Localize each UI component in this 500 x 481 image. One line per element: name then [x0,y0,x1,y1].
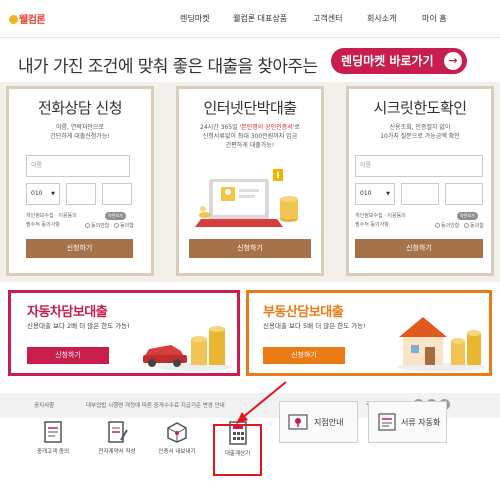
nav-company[interactable]: 회사소개 [367,13,396,24]
notice-label: 공지사항 [34,403,55,409]
phone-middle-input[interactable] [66,183,96,205]
secret-apply-button[interactable]: 신청하기 [355,239,483,258]
terms-view-button[interactable]: 약관보기 [457,212,478,220]
consent-radios: 동의안함 동의함 [85,222,134,231]
annotation-highlight-box [213,424,262,476]
docs-automation-label: 서류 자동화 [401,418,441,427]
quick-item-cert-export[interactable]: 인증서 내보내기 [152,420,202,455]
phone-prefix-select[interactable]: 010 ▼ [26,183,60,205]
car-loan-box[interactable]: 자동차담보대출 신용대출 보다 2배 더 많은 한도 가능! 신청하기 [8,290,240,376]
name-input[interactable]: 이름 [355,155,483,177]
nav-my-home[interactable]: 마이 홈 [422,13,447,24]
house-loan-box[interactable]: 부동산담보대출 신용대출 보다 5배 더 많은 한도 가능! 신청하기 [246,290,492,376]
radio-disagree[interactable]: 동의안함 [85,223,109,229]
panel-title: 전화상담 신청 [37,99,123,117]
online-apply-button[interactable]: 신청하기 [189,239,311,258]
pen-document-icon [108,421,128,443]
car-loan-apply-button[interactable]: 신청하기 [27,347,109,364]
privacy-consent-text: 개인정보수집 · 이용동의 필수적 동의사항 [26,213,77,228]
house-loan-apply-button[interactable]: 신청하기 [263,347,345,364]
caret-down-icon: ▼ [386,191,390,197]
lending-market-button[interactable]: 렌딩마켓 바로가기 → [331,48,467,74]
document-icon [44,421,62,443]
house-loan-title: 부동산담보대출 [263,305,344,320]
panel-desc: 24시간 365일 '본인명의 공인인증서'로 신청서류없이 최대 300만원까… [200,124,300,149]
online-loan-panel: 인터넷단박대출 24시간 365일 '본인명의 공인인증서'로 신청서류없이 최… [176,86,324,276]
car-coins-illustration [143,326,233,371]
laptop-coins-illustration [195,169,298,227]
house-coins-illustration [397,317,485,371]
phone-last-input[interactable] [102,183,132,205]
panel-title: 인터넷단박대출 [203,99,297,117]
panel-desc: 이름, 연락처만으로 간단하게 대출신청가능! [50,124,110,140]
phone-prefix-select[interactable]: 010 ▼ [355,183,395,205]
logo-mark-icon [9,15,18,24]
quick-item-consent[interactable]: 중개고객 종의 [28,420,78,455]
house-loan-desc: 신용대출 보다 5배 더 많은 한도 가능! [263,322,366,330]
phone-consult-panel: 전화상담 신청 이름, 연락처만으로 간단하게 대출신청가능! 이름 010 ▼ … [6,86,154,276]
radio-agree[interactable]: 동의함 [464,223,484,229]
consent-radios: 동의안함 동의함 [435,222,484,231]
banner-headline: 내가 가진 조건에 맞춰 좋은 대출을 찾아주는 [18,57,318,77]
annotation-arrow [236,381,287,424]
car-loan-desc: 신용대출 보다 2배 더 많은 한도 가능! [27,322,130,330]
branch-info-label: 지점안내 [314,418,344,427]
certificate-box-icon [167,422,187,443]
nav-products[interactable]: 웰컴론 대표상품 [233,13,287,24]
radio-disagree[interactable]: 동의안함 [435,223,459,229]
nav-lending-market[interactable]: 렌딩마켓 [180,13,209,24]
radio-agree[interactable]: 동의함 [114,223,134,229]
panel-desc: 신용조회, 인증절차 없이 10가지 질문으로 가능금액 확인 [380,124,460,140]
car-loan-title: 자동차담보대출 [27,305,108,320]
privacy-consent-text: 개인정보수집 · 이용동의 필수적 동의사항 [355,213,406,228]
cta-label: 렌딩마켓 바로가기 [341,54,434,68]
caret-down-icon: ▼ [51,191,55,197]
panel-title: 시크릿한도확인 [373,99,467,117]
secret-limit-panel: 시크릿한도확인 신용조회, 인증절차 없이 10가지 질문으로 가능금액 확인 … [346,86,494,276]
terms-view-button[interactable]: 약관보기 [105,212,126,220]
site-logo[interactable]: 웰컴론 [8,11,46,26]
phone-middle-input[interactable] [401,183,439,205]
phone-last-input[interactable] [445,183,483,205]
document-list-icon [378,413,396,431]
docs-automation-button[interactable]: 서류 자동화 [368,401,447,443]
quick-item-e-contract[interactable]: 전자계약서 작성 [92,420,142,455]
site-header: 웰컴론 렌딩마켓 웰컴론 대표상품 고객센터 회사소개 마이 홈 [0,0,500,38]
name-input[interactable]: 이름 [26,155,130,177]
notice-link[interactable]: 대부업법 시행령 개정에 따른 중개수수료 지급기준 변경 안내 [86,401,225,409]
nav-customer-center[interactable]: 고객센터 [313,13,342,24]
arrow-right-icon: → [444,52,462,70]
phone-apply-button[interactable]: 신청하기 [26,239,133,258]
